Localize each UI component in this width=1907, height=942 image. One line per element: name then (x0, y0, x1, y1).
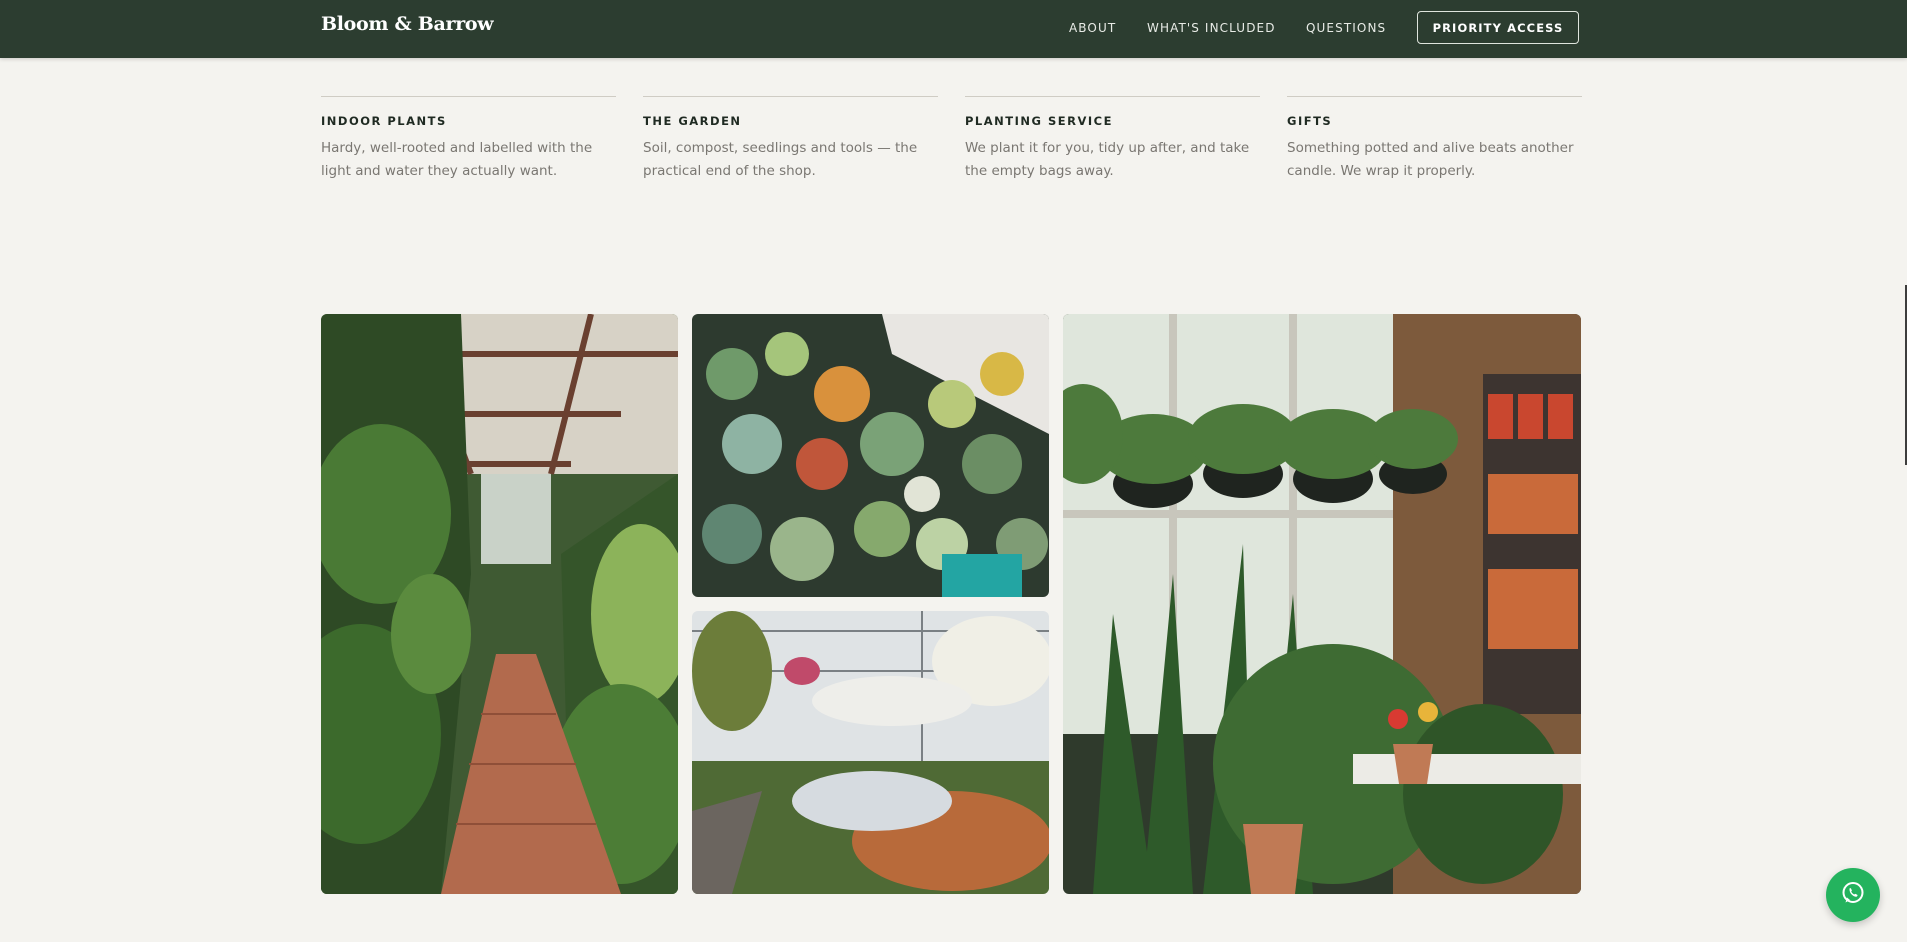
feature-title: GIFTS (1287, 114, 1333, 128)
hanging-plants-shop-photo (1063, 314, 1581, 894)
nav-questions[interactable]: QUESTIONS (1306, 21, 1386, 35)
site-header: Bloom & Barrow ABOUT WHAT'S INCLUDED QUE… (0, 0, 1907, 58)
flower-greenhouse-photo (692, 611, 1049, 894)
divider (1287, 96, 1582, 97)
whatsapp-button[interactable] (1826, 868, 1880, 922)
feature-title: PLANTING SERVICE (965, 114, 1113, 128)
divider (643, 96, 938, 97)
succulents-photo (692, 314, 1049, 597)
logo[interactable]: Bloom & Barrow (321, 13, 494, 35)
feature-title: INDOOR PLANTS (321, 114, 447, 128)
feature-description: Hardy, well-rooted and labelled with the… (321, 140, 593, 179)
nav-about[interactable]: ABOUT (1069, 21, 1116, 35)
nav-whats-included[interactable]: WHAT'S INCLUDED (1147, 21, 1276, 35)
feature-indoor-plants: INDOOR PLANTS Hardy, well-rooted and lab… (321, 96, 616, 183)
feature-the-garden: THE GARDEN Soil, compost, seedlings and … (643, 96, 938, 183)
greenhouse-aisle-photo (321, 314, 678, 894)
feature-gifts: GIFTS Something potted and alive beats a… (1287, 96, 1582, 183)
feature-description: Soil, compost, seedlings and tools — the… (643, 140, 918, 179)
divider (321, 96, 616, 97)
feature-description: We plant it for you, tidy up after, and … (965, 140, 1250, 179)
divider (965, 96, 1260, 97)
feature-description: Something potted and alive beats another… (1287, 140, 1574, 179)
feature-title: THE GARDEN (643, 114, 742, 128)
priority-access-button[interactable]: PRIORITY ACCESS (1417, 11, 1579, 44)
feature-planting-service: PLANTING SERVICE We plant it for you, ti… (965, 96, 1260, 183)
whatsapp-icon (1840, 880, 1866, 910)
